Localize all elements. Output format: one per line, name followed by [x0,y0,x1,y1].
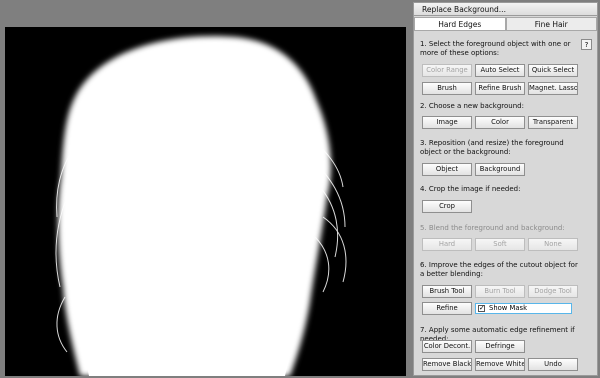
image-canvas[interactable] [5,27,406,376]
step-2-label: 2. Choose a new background: [420,102,524,110]
auto-select-button[interactable]: Auto Select [475,64,525,77]
step-1-label: 1. Select the foreground object with one… [420,40,571,57]
replace-background-panel: Replace Background... Hard Edges Fine Ha… [413,2,598,376]
step-4-label: 4. Crop the image if needed: [420,185,521,193]
color-range-button[interactable]: Color Range [422,64,472,77]
tab-fine-hair[interactable]: Fine Hair [505,17,597,31]
brush-button[interactable]: Brush [422,82,472,95]
crop-button[interactable]: Crop [422,200,472,213]
transparent-button[interactable]: Transparent [528,116,578,129]
burn-tool-button[interactable]: Burn Tool [475,285,525,298]
defringe-button[interactable]: Defringe [475,340,525,353]
undo-button[interactable]: Undo [528,358,578,371]
remove-white-button[interactable]: Remove White [475,358,525,371]
soft-blend-button[interactable]: Soft [475,238,525,251]
checkbox-box: ✓ [478,304,485,312]
tab-bar: Hard Edges Fine Hair [414,17,597,31]
step-5-label: 5. Blend the foreground and background: [420,224,565,232]
none-blend-button[interactable]: None [528,238,578,251]
remove-black-button[interactable]: Remove Black [422,358,472,371]
object-button[interactable]: Object [422,163,472,176]
brush-tool-button[interactable]: Brush Tool [422,285,472,298]
color-decont-button[interactable]: Color Decont. [422,340,472,353]
tab-hard-edges[interactable]: Hard Edges [414,17,506,31]
hard-blend-button[interactable]: Hard [422,238,472,251]
panel-title: Replace Background... [414,3,597,16]
step-6-label: 6. Improve the edges of the cutout objec… [420,261,578,278]
dodge-tool-button[interactable]: Dodge Tool [528,285,578,298]
show-mask-checkbox[interactable]: ✓ Show Mask [475,303,572,314]
help-button[interactable]: ? [581,39,592,50]
magnet-lasso-button[interactable]: Magnet. Lasso [528,82,578,95]
quick-select-button[interactable]: Quick Select [528,64,578,77]
image-button[interactable]: Image [422,116,472,129]
refine-brush-button[interactable]: Refine Brush [475,82,525,95]
step-3-label: 3. Reposition (and resize) the foregroun… [420,139,564,156]
show-mask-label: Show Mask [489,304,528,312]
refine-button[interactable]: Refine [422,302,472,315]
mask-preview [55,36,347,376]
color-button[interactable]: Color [475,116,525,129]
background-button[interactable]: Background [475,163,525,176]
